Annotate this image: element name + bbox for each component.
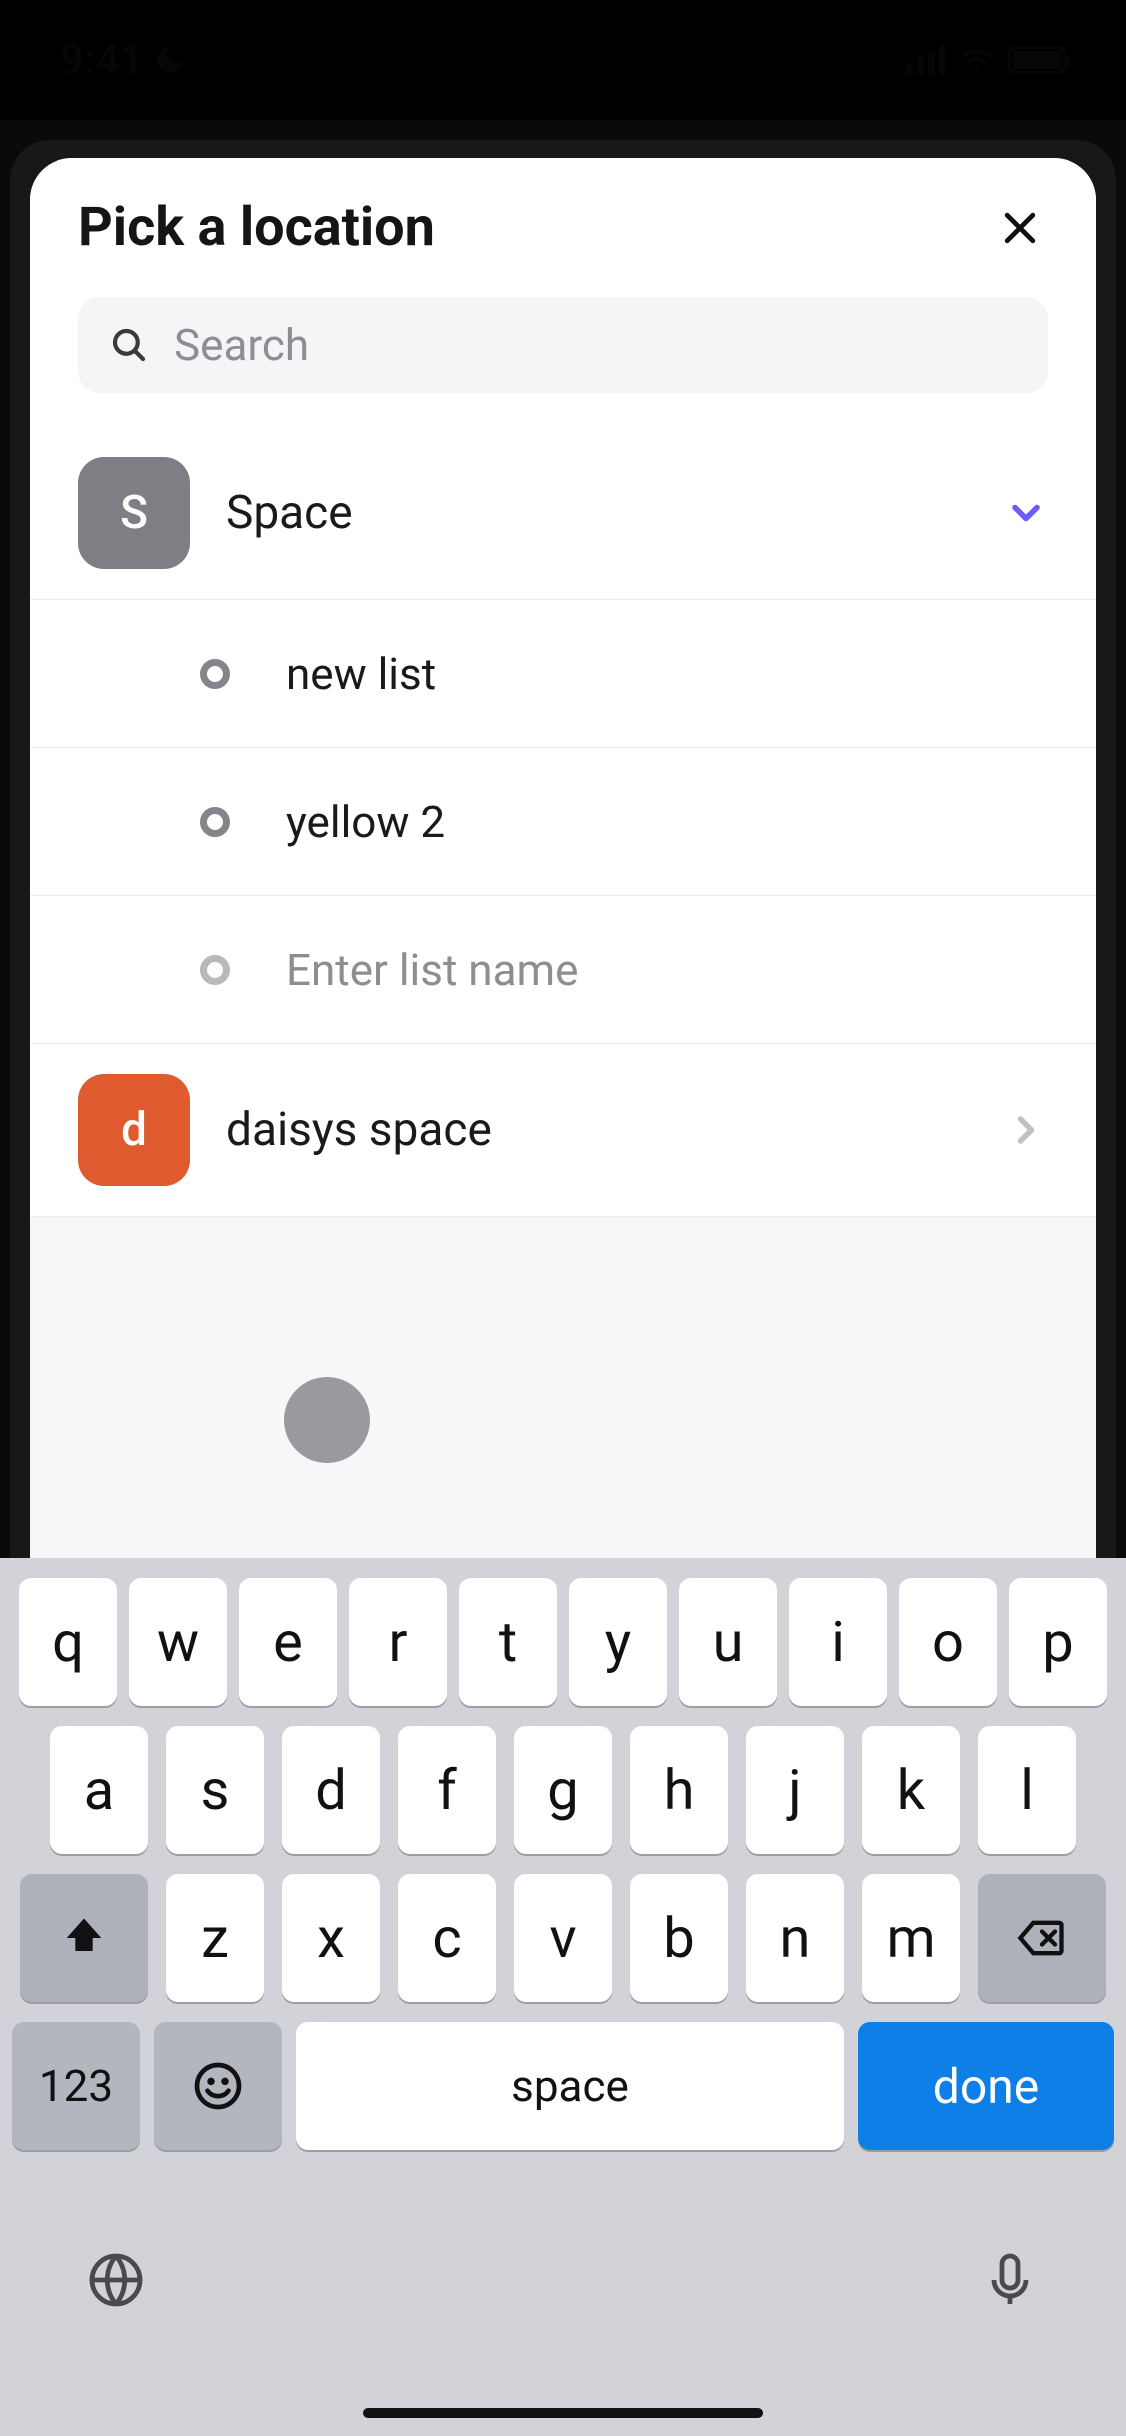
key-k[interactable]: k — [862, 1726, 960, 1854]
key-a[interactable]: a — [50, 1726, 148, 1854]
space-row-secondary[interactable]: d daisys space — [30, 1044, 1096, 1217]
new-list-name-input[interactable] — [286, 944, 1048, 996]
key-b[interactable]: b — [630, 1874, 728, 2002]
key-p[interactable]: p — [1009, 1578, 1107, 1706]
list-bullet-icon — [200, 955, 230, 985]
key-t[interactable]: t — [459, 1578, 557, 1706]
search-icon — [108, 324, 150, 366]
key-v[interactable]: v — [514, 1874, 612, 2002]
space-title: Space — [226, 486, 1004, 540]
list-item[interactable]: yellow 2 — [30, 748, 1096, 896]
key-o[interactable]: o — [899, 1578, 997, 1706]
globe-icon[interactable] — [84, 2248, 148, 2312]
search-field[interactable] — [78, 297, 1048, 393]
key-x[interactable]: x — [282, 1874, 380, 2002]
key-f[interactable]: f — [398, 1726, 496, 1854]
key-g[interactable]: g — [514, 1726, 612, 1854]
key-h[interactable]: h — [630, 1726, 728, 1854]
onscreen-keyboard: qwertyuiop asdfghjkl zxcvbnm 123 space d… — [0, 1558, 1126, 2436]
list-item[interactable]: new list — [30, 600, 1096, 748]
sheet-title: Pick a location — [78, 196, 435, 259]
touch-indicator — [284, 1377, 370, 1463]
space-avatar: S — [78, 457, 190, 569]
new-list-row[interactable] — [30, 896, 1096, 1044]
key-e[interactable]: e — [239, 1578, 337, 1706]
list-item-label: yellow 2 — [286, 796, 445, 848]
key-m[interactable]: m — [862, 1874, 960, 2002]
microphone-icon[interactable] — [978, 2248, 1042, 2312]
key-l[interactable]: l — [978, 1726, 1076, 1854]
done-key[interactable]: done — [858, 2022, 1114, 2150]
space-avatar: d — [78, 1074, 190, 1186]
chevron-down-icon — [1004, 491, 1048, 535]
key-j[interactable]: j — [746, 1726, 844, 1854]
key-y[interactable]: y — [569, 1578, 667, 1706]
home-indicator[interactable] — [363, 2408, 763, 2418]
emoji-key[interactable] — [154, 2022, 282, 2150]
key-s[interactable]: s — [166, 1726, 264, 1854]
key-i[interactable]: i — [789, 1578, 887, 1706]
key-q[interactable]: q — [19, 1578, 117, 1706]
backspace-icon — [1016, 1912, 1068, 1964]
numbers-key[interactable]: 123 — [12, 2022, 140, 2150]
backspace-key[interactable] — [978, 1874, 1106, 2002]
emoji-icon — [190, 2058, 246, 2114]
close-icon — [998, 206, 1042, 250]
close-button[interactable] — [992, 200, 1048, 256]
key-w[interactable]: w — [129, 1578, 227, 1706]
search-input[interactable] — [174, 319, 1018, 371]
shift-key[interactable] — [20, 1874, 148, 2002]
shift-icon — [58, 1912, 110, 1964]
space-key[interactable]: space — [296, 2022, 844, 2150]
key-u[interactable]: u — [679, 1578, 777, 1706]
list-item-label: new list — [286, 648, 436, 700]
list-bullet-icon — [200, 807, 230, 837]
space-title: daisys space — [226, 1103, 1004, 1157]
list-bullet-icon — [200, 659, 230, 689]
key-r[interactable]: r — [349, 1578, 447, 1706]
space-row-primary[interactable]: S Space — [30, 427, 1096, 600]
key-c[interactable]: c — [398, 1874, 496, 2002]
key-d[interactable]: d — [282, 1726, 380, 1854]
key-n[interactable]: n — [746, 1874, 844, 2002]
key-z[interactable]: z — [166, 1874, 264, 2002]
chevron-right-icon — [1004, 1108, 1048, 1152]
